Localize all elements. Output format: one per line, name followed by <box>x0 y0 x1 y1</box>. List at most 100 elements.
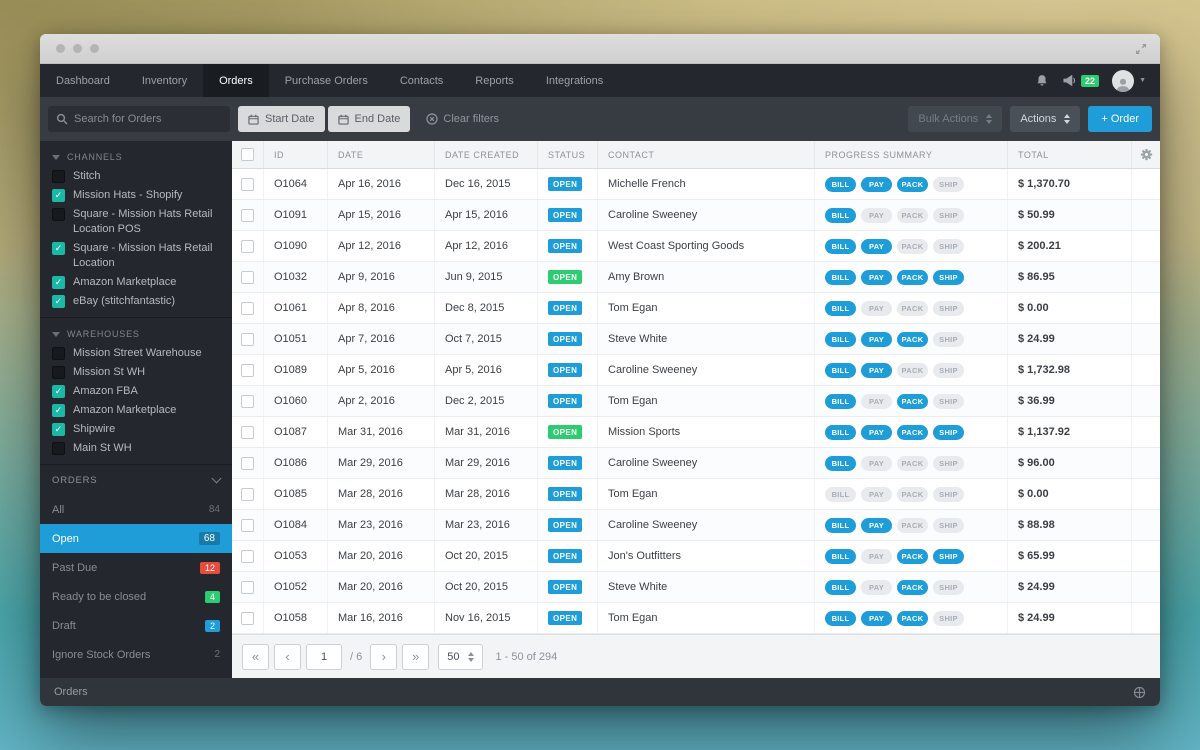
warehouse-checkbox[interactable]: ✓ <box>52 366 65 379</box>
column-header-contact[interactable]: CONTACT <box>598 141 815 168</box>
table-row[interactable]: O1085 Mar 28, 2016 Mar 28, 2016 OPEN Tom… <box>232 479 1160 510</box>
table-row[interactable]: O1053 Mar 20, 2016 Oct 20, 2015 OPEN Jon… <box>232 541 1160 572</box>
row-checkbox[interactable] <box>241 239 254 253</box>
row-checkbox[interactable] <box>241 208 254 222</box>
orders-section-header[interactable]: ORDERS <box>40 465 232 495</box>
order-id[interactable]: O1032 <box>264 262 328 292</box>
order-id[interactable]: O1085 <box>264 479 328 509</box>
window-expand-icon[interactable] <box>1135 43 1147 55</box>
row-checkbox[interactable] <box>241 177 254 191</box>
nav-tab-contacts[interactable]: Contacts <box>384 64 459 97</box>
warehouse-checkbox-item[interactable]: ✓ Main St WH <box>40 439 232 458</box>
table-row[interactable]: O1064 Apr 16, 2016 Dec 16, 2015 OPEN Mic… <box>232 169 1160 200</box>
row-checkbox[interactable] <box>241 270 254 284</box>
table-row[interactable]: O1089 Apr 5, 2016 Apr 5, 2016 OPEN Carol… <box>232 355 1160 386</box>
warehouse-checkbox-item[interactable]: ✓ Amazon FBA <box>40 382 232 401</box>
channel-checkbox[interactable]: ✓ <box>52 242 65 255</box>
warehouse-checkbox-item[interactable]: ✓ Mission St WH <box>40 363 232 382</box>
window-minimize-button[interactable] <box>73 44 82 53</box>
table-row[interactable]: O1052 Mar 20, 2016 Oct 20, 2015 OPEN Ste… <box>232 572 1160 603</box>
start-date-button[interactable]: Start Date <box>238 106 325 132</box>
prev-page-button[interactable]: ‹ <box>274 643 301 670</box>
nav-tab-dashboard[interactable]: Dashboard <box>40 64 126 97</box>
warehouse-checkbox[interactable]: ✓ <box>52 423 65 436</box>
channel-checkbox-item[interactable]: ✓ Mission Hats - Shopify <box>40 186 232 205</box>
page-size-select[interactable]: 50 <box>438 643 484 670</box>
channel-checkbox[interactable]: ✓ <box>52 276 65 289</box>
order-id[interactable]: O1090 <box>264 231 328 261</box>
order-id[interactable]: O1051 <box>264 324 328 354</box>
order-id[interactable]: O1061 <box>264 293 328 323</box>
actions-button[interactable]: Actions <box>1010 106 1081 132</box>
column-header-status[interactable]: STATUS <box>538 141 598 168</box>
table-settings-gear-icon[interactable] <box>1140 148 1153 161</box>
column-header-date[interactable]: DATE <box>328 141 435 168</box>
orders-filter-past-due[interactable]: Past Due 12 <box>40 553 232 582</box>
row-checkbox[interactable] <box>241 456 254 470</box>
orders-filter-draft[interactable]: Draft 2 <box>40 611 232 640</box>
warehouse-checkbox-item[interactable]: ✓ Amazon Marketplace <box>40 401 232 420</box>
table-row[interactable]: O1051 Apr 7, 2016 Oct 7, 2015 OPEN Steve… <box>232 324 1160 355</box>
row-checkbox[interactable] <box>241 518 254 532</box>
warehouse-checkbox-item[interactable]: ✓ Mission Street Warehouse <box>40 344 232 363</box>
user-menu[interactable]: ▼ <box>1112 69 1146 92</box>
warehouse-checkbox[interactable]: ✓ <box>52 442 65 455</box>
channel-checkbox-item[interactable]: ✓ Amazon Marketplace <box>40 273 232 292</box>
column-header-total[interactable]: TOTAL <box>1008 141 1132 168</box>
row-checkbox[interactable] <box>241 332 254 346</box>
notifications-bell-icon[interactable] <box>1035 73 1049 88</box>
nav-tab-orders[interactable]: Orders <box>203 64 269 97</box>
table-row[interactable]: O1058 Mar 16, 2016 Nov 16, 2015 OPEN Tom… <box>232 603 1160 634</box>
warehouse-checkbox[interactable]: ✓ <box>52 385 65 398</box>
orders-filter-ready-to-be-closed[interactable]: Ready to be closed 4 <box>40 582 232 611</box>
bulk-actions-button[interactable]: Bulk Actions <box>908 106 1003 132</box>
orders-filter-ignore-stock-orders[interactable]: Ignore Stock Orders 2 <box>40 640 232 669</box>
order-id[interactable]: O1052 <box>264 572 328 602</box>
channel-checkbox-item[interactable]: ✓ eBay (stitchfantastic) <box>40 292 232 311</box>
order-id[interactable]: O1064 <box>264 169 328 199</box>
last-page-button[interactable]: » <box>402 643 430 670</box>
order-id[interactable]: O1086 <box>264 448 328 478</box>
nav-tab-inventory[interactable]: Inventory <box>126 64 203 97</box>
nav-tab-reports[interactable]: Reports <box>459 64 530 97</box>
table-row[interactable]: O1084 Mar 23, 2016 Mar 23, 2016 OPEN Car… <box>232 510 1160 541</box>
page-number-input[interactable] <box>306 643 342 670</box>
orders-filter-open[interactable]: Open 68 <box>40 524 232 553</box>
first-page-button[interactable]: « <box>242 643 269 670</box>
clear-filters-button[interactable]: Clear filters <box>426 113 499 125</box>
nav-tab-integrations[interactable]: Integrations <box>530 64 619 97</box>
search-input[interactable] <box>74 113 222 125</box>
row-checkbox[interactable] <box>241 363 254 377</box>
window-close-button[interactable] <box>56 44 65 53</box>
row-checkbox[interactable] <box>241 487 254 501</box>
table-row[interactable]: O1091 Apr 15, 2016 Apr 15, 2016 OPEN Car… <box>232 200 1160 231</box>
select-all-checkbox[interactable] <box>241 148 254 161</box>
row-checkbox[interactable] <box>241 611 254 625</box>
row-checkbox[interactable] <box>241 394 254 408</box>
channels-section-header[interactable]: CHANNELS <box>40 145 232 167</box>
order-id[interactable]: O1089 <box>264 355 328 385</box>
channel-checkbox[interactable]: ✓ <box>52 189 65 202</box>
order-id[interactable]: O1060 <box>264 386 328 416</box>
channel-checkbox[interactable]: ✓ <box>52 295 65 308</box>
order-id[interactable]: O1058 <box>264 603 328 633</box>
order-id[interactable]: O1091 <box>264 200 328 230</box>
add-order-button[interactable]: + Order <box>1088 106 1152 132</box>
end-date-button[interactable]: End Date <box>327 106 411 132</box>
warehouse-checkbox-item[interactable]: ✓ Shipwire <box>40 420 232 439</box>
orders-filter-all[interactable]: All 84 <box>40 495 232 524</box>
nav-tab-purchase-orders[interactable]: Purchase Orders <box>269 64 384 97</box>
row-checkbox[interactable] <box>241 425 254 439</box>
row-checkbox[interactable] <box>241 549 254 563</box>
table-row[interactable]: O1086 Mar 29, 2016 Mar 29, 2016 OPEN Car… <box>232 448 1160 479</box>
warehouses-section-header[interactable]: WAREHOUSES <box>40 322 232 344</box>
channel-checkbox[interactable]: ✓ <box>52 208 65 221</box>
column-header-progress-summary[interactable]: PROGRESS SUMMARY <box>815 141 1008 168</box>
row-checkbox[interactable] <box>241 580 254 594</box>
announcements-megaphone-icon[interactable]: 22 <box>1062 74 1100 87</box>
column-header-date-created[interactable]: DATE CREATED <box>435 141 538 168</box>
column-header-id[interactable]: ID <box>264 141 328 168</box>
channel-checkbox[interactable]: ✓ <box>52 170 65 183</box>
table-row[interactable]: O1032 Apr 9, 2016 Jun 9, 2015 OPEN Amy B… <box>232 262 1160 293</box>
order-id[interactable]: O1084 <box>264 510 328 540</box>
